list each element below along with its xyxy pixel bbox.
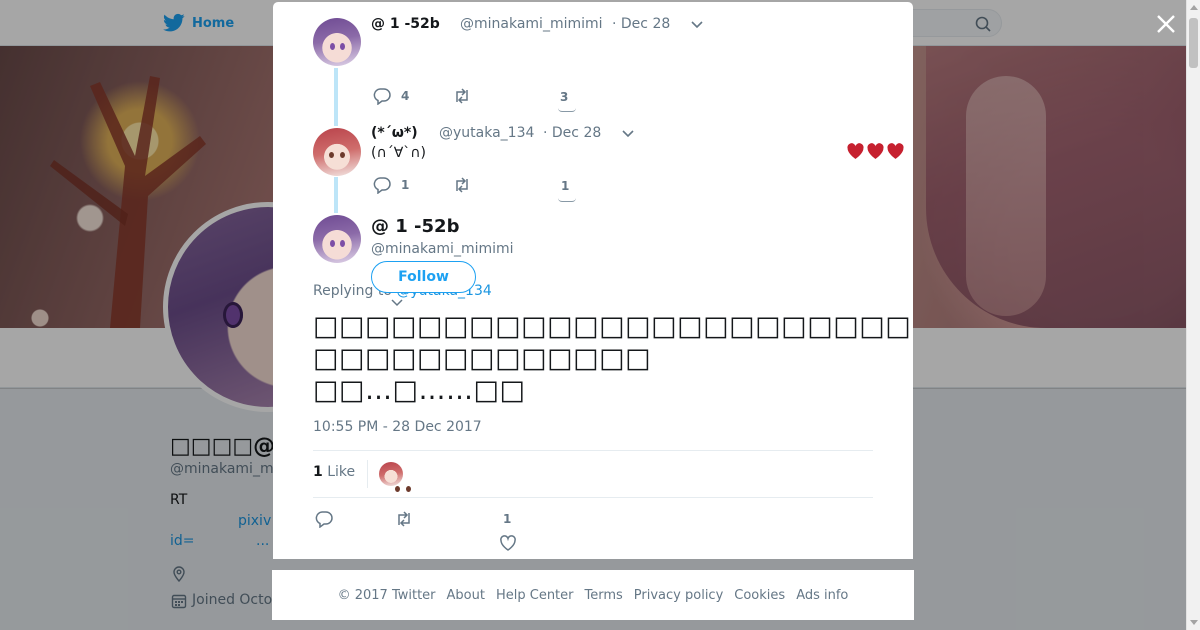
tweet-modal: @ 1 -52b @minakami_mimimi · Dec 28 4 3 (… [273, 2, 913, 559]
footer-copyright: © 2017 Twitter [337, 587, 436, 603]
tweet-author-handle[interactable]: @yutaka_134 [439, 125, 534, 141]
retweet-button[interactable] [395, 510, 413, 528]
reply-icon [373, 177, 391, 194]
reply-icon [315, 511, 333, 528]
tweet-hearts-emoji [846, 142, 905, 161]
divider [313, 497, 873, 498]
retweet-icon [456, 88, 468, 104]
red-heart-icon [887, 143, 904, 159]
tweet-author-name[interactable]: @ 1 -52b [371, 16, 440, 32]
thread-connector-line [334, 177, 338, 213]
likes-label: Like [322, 464, 356, 480]
tweet-date[interactable]: · Dec 28 [543, 125, 601, 141]
reply-count: 1 [401, 178, 410, 192]
tweet-author-name[interactable]: (*´ω*) [371, 125, 418, 141]
chevron-down-icon[interactable] [391, 299, 403, 307]
footer-link-ads-info[interactable]: Ads info [796, 588, 848, 603]
tweet-date[interactable]: · Dec 28 [612, 16, 670, 32]
footer-link-cookies[interactable]: Cookies [734, 588, 785, 603]
retweet-icon [456, 177, 468, 193]
like-heart-icon[interactable] [558, 198, 576, 202]
divider [313, 450, 873, 451]
like-heart-icon[interactable] [558, 108, 576, 112]
reply-count: 4 [401, 89, 410, 103]
reply-icon [373, 88, 391, 105]
thread-connector-line [334, 68, 338, 126]
heart-icon[interactable] [499, 534, 517, 552]
close-icon[interactable] [1154, 12, 1178, 36]
tweet-author-handle[interactable]: @minakami_mimimi [460, 16, 603, 32]
tweet-avatar[interactable] [313, 128, 361, 176]
retweet-button[interactable] [453, 87, 471, 105]
chevron-down-icon[interactable] [690, 20, 704, 30]
red-heart-icon [867, 143, 884, 159]
liker-avatar[interactable] [379, 462, 403, 492]
footer-link-help-center[interactable]: Help Center [496, 588, 574, 603]
follow-button[interactable]: Follow [371, 261, 476, 293]
reply-button[interactable]: 4 [373, 87, 409, 105]
scrollbar-thumb[interactable] [1189, 18, 1198, 68]
tweet-avatar[interactable] [313, 215, 361, 263]
divider [367, 460, 368, 488]
retweet-icon [398, 511, 410, 527]
footer-link-privacy[interactable]: Privacy policy [634, 588, 723, 603]
tweet-text-line: □□□□□□□□□□□□□□□□□□□□□□□□□□□□□□□□□□ [313, 311, 913, 342]
tweet-timestamp[interactable]: 10:55 PM - 28 Dec 2017 [313, 419, 482, 435]
chevron-down-icon[interactable] [621, 129, 635, 139]
focused-tweet-text: □□□□□□□□□□□□□□□□□□□□□□□□□□□□□□□□□□ □□□□□… [313, 311, 913, 407]
footer-link-terms[interactable]: Terms [585, 588, 623, 603]
tweet-avatar[interactable] [313, 18, 361, 66]
reply-button[interactable] [315, 510, 333, 528]
tweet-text-line: □□…□……□□ [313, 375, 526, 406]
tweet-text-line: □□□□□□□□□□□□□ [313, 343, 652, 374]
like-count[interactable]: 1 [561, 179, 569, 193]
page-scrollbar[interactable] [1186, 0, 1200, 630]
red-heart-icon [847, 143, 864, 159]
reply-button[interactable]: 1 [373, 176, 409, 194]
like-count[interactable]: 1 [503, 512, 511, 526]
modal-footer: © 2017 Twitter About Help Center Terms P… [272, 570, 914, 620]
scroll-down-arrow-icon[interactable] [1190, 620, 1198, 625]
focused-tweet-author-name[interactable]: @ 1 -52b [371, 216, 459, 237]
likes-summary[interactable]: 1 Like [313, 464, 355, 480]
retweet-button[interactable] [453, 176, 471, 194]
tweet-text: (∩´∀`∩) [371, 145, 426, 161]
footer-link-about[interactable]: About [447, 588, 485, 603]
like-count[interactable]: 3 [560, 90, 568, 104]
focused-tweet-author-handle[interactable]: @minakami_mimimi [371, 241, 514, 257]
scroll-up-arrow-icon[interactable] [1190, 5, 1198, 10]
likes-count: 1 [313, 464, 323, 480]
